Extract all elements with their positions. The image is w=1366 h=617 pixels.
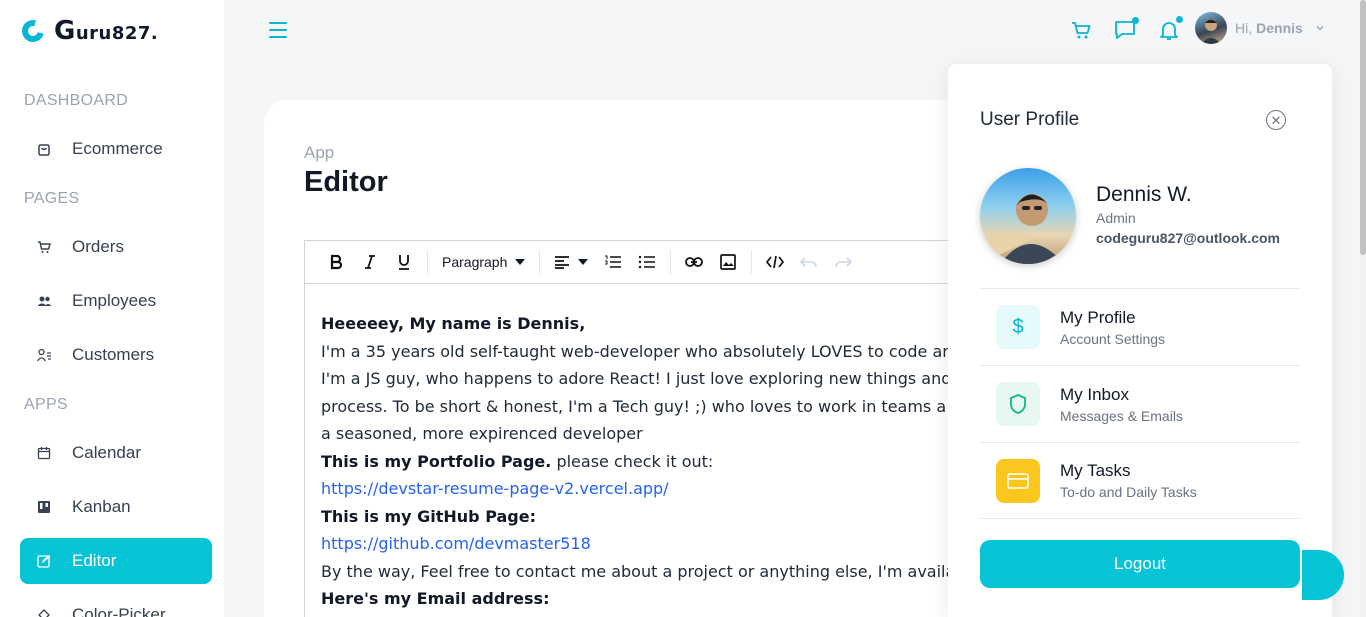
sidebar-item-kanban[interactable]: Kanban	[20, 484, 212, 530]
greeting: Hi, Dennis	[1235, 20, 1303, 36]
menu-item-my-profile[interactable]: $ My Profile Account Settings	[980, 288, 1300, 365]
cart-icon	[1072, 22, 1091, 39]
sidebar-item-label: Kanban	[72, 497, 131, 516]
logo-icon	[17, 15, 49, 47]
close-button[interactable]: ✕	[1266, 110, 1286, 130]
github-heading: This is my GitHub Page:	[321, 506, 536, 526]
sidebar-item-color-picker[interactable]: Color-Picker	[20, 592, 212, 617]
chevron-down-icon	[1316, 26, 1324, 31]
card-icon	[996, 458, 1040, 503]
content-greeting: Heeeeey, My name is Dennis,	[321, 314, 586, 333]
people-icon	[36, 293, 52, 309]
calendar-icon	[36, 445, 52, 461]
dollar-icon: $	[996, 305, 1040, 349]
image-button[interactable]	[711, 247, 745, 277]
image-icon	[720, 254, 737, 270]
numbered-list-icon	[605, 255, 622, 268]
underline-button[interactable]	[387, 247, 421, 277]
sidebar-item-label: Ecommerce	[72, 139, 163, 158]
align-left-icon	[555, 256, 570, 269]
italic-button[interactable]	[353, 247, 387, 277]
sidebar-item-editor[interactable]: Editor	[20, 538, 212, 584]
block-format-select[interactable]: Paragraph	[434, 254, 533, 270]
menu-item-my-tasks[interactable]: My Tasks To-do and Daily Tasks	[980, 442, 1300, 519]
sidebar-item-label: Calendar	[72, 443, 141, 462]
panel-title: User Profile	[980, 109, 1080, 130]
user-name: Dennis W.	[1096, 183, 1192, 206]
notification-dot	[1176, 16, 1183, 23]
settings-fab[interactable]	[1302, 550, 1344, 600]
user-profile-panel: User Profile ✕ Dennis W. Admin codeguru8…	[948, 64, 1332, 617]
email-heading: Here's my Email address:	[321, 589, 550, 608]
sidebar-item-label: Customers	[72, 345, 155, 364]
redo-icon	[835, 257, 853, 268]
bold-icon	[330, 254, 343, 270]
avatar	[980, 168, 1076, 264]
dropper-icon	[36, 607, 52, 617]
numbered-list-button[interactable]	[596, 247, 630, 277]
notification-dot	[1132, 17, 1139, 24]
shield-icon	[996, 382, 1040, 426]
redo-button[interactable]	[826, 247, 860, 277]
user-email: codeguru827@outlook.com	[1096, 230, 1281, 246]
menu-toggle-button[interactable]	[269, 22, 287, 38]
github-link[interactable]: https://github.com/devmaster518	[321, 534, 591, 553]
sidebar-item-label: Editor	[72, 551, 117, 570]
section-pages: PAGES	[24, 190, 80, 207]
underline-icon	[399, 255, 409, 270]
brand-name: Guru827.	[54, 16, 159, 46]
sidebar-item-orders[interactable]: Orders	[20, 224, 212, 270]
close-icon: ✕	[1270, 112, 1282, 128]
menu-item-my-inbox[interactable]: My Inbox Messages & Emails	[980, 365, 1300, 442]
breadcrumb: App	[304, 143, 335, 162]
cart-icon	[36, 239, 52, 255]
align-select[interactable]	[546, 255, 596, 269]
bold-button[interactable]	[319, 247, 353, 277]
notifications-button[interactable]	[1156, 16, 1183, 43]
undo-button[interactable]	[792, 247, 826, 277]
scrollbar[interactable]	[1360, 0, 1366, 617]
sidebar-item-label: Color-Picker	[72, 605, 166, 617]
user-menu-trigger[interactable]: Hi, Dennis	[1195, 12, 1325, 44]
link-button[interactable]	[677, 247, 711, 277]
sidebar-item-customers[interactable]: Customers	[20, 332, 212, 378]
bag-icon	[36, 141, 52, 157]
kanban-icon	[36, 499, 52, 515]
section-dashboard: DASHBOARD	[24, 92, 129, 109]
portfolio-link[interactable]: https://devstar-resume-page-v2.vercel.ap…	[321, 479, 669, 498]
chat-button[interactable]	[1112, 17, 1139, 43]
page-title: Editor	[304, 166, 388, 198]
sidebar-item-calendar[interactable]: Calendar	[20, 430, 212, 476]
avatar	[1195, 12, 1227, 44]
brand-logo[interactable]: Guru827.	[17, 15, 159, 47]
edit-icon	[36, 553, 52, 569]
portfolio-heading: This is my Portfolio Page.	[321, 451, 552, 471]
undo-icon	[800, 257, 818, 268]
sidebar-item-label: Employees	[72, 291, 157, 310]
bullet-list-button[interactable]	[630, 247, 664, 277]
logout-button[interactable]: Logout	[980, 540, 1300, 588]
content-line: please check it out:	[551, 451, 714, 471]
sidebar: Guru827. DASHBOARD Ecommerce PAGES Order…	[0, 0, 224, 617]
sidebar-item-employees[interactable]: Employees	[20, 278, 212, 324]
scrollbar-thumb[interactable]	[1360, 0, 1366, 255]
bullet-list-icon	[639, 255, 656, 269]
user-list-icon	[36, 347, 52, 363]
sidebar-item-label: Orders	[72, 237, 124, 256]
source-code-button[interactable]	[758, 247, 792, 277]
link-icon	[685, 257, 704, 267]
code-icon	[766, 255, 785, 269]
cart-button[interactable]	[1068, 17, 1094, 43]
caret-down-icon	[578, 259, 589, 265]
caret-down-icon	[515, 259, 526, 265]
section-apps: APPS	[24, 396, 68, 413]
italic-icon	[365, 255, 375, 269]
sidebar-item-ecommerce[interactable]: Ecommerce	[20, 126, 212, 172]
user-role: Admin	[1096, 210, 1136, 226]
